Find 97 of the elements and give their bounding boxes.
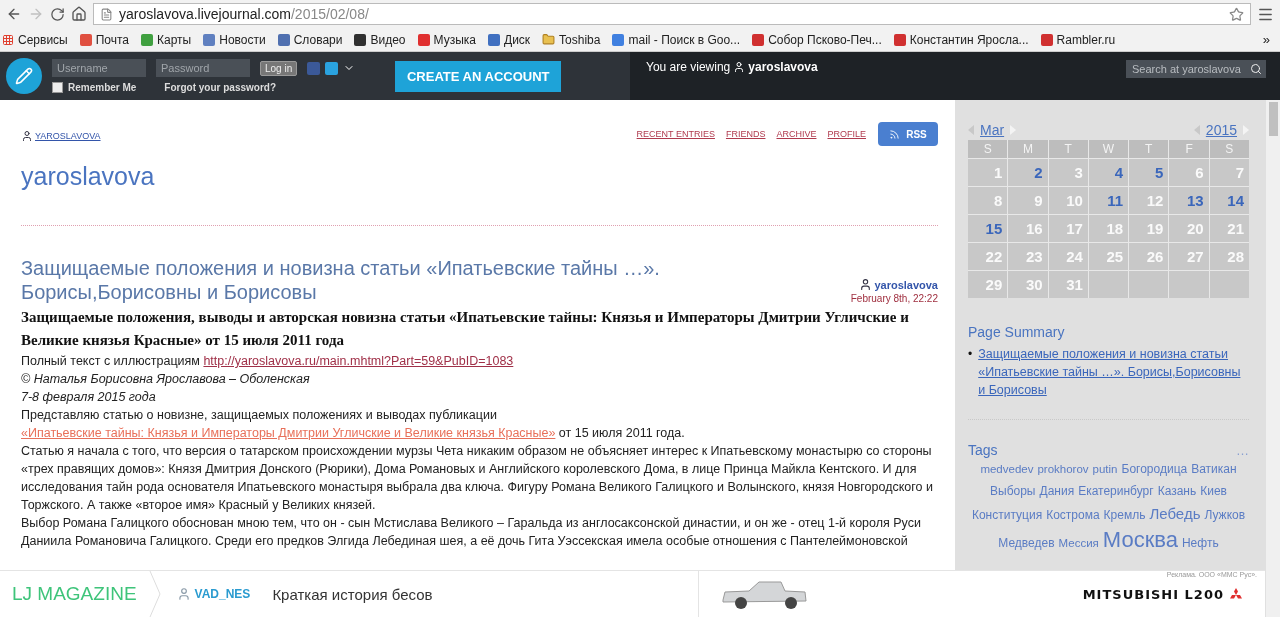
remember-label: Remember Me [68, 82, 137, 93]
calendar-day[interactable]: 5 [1129, 159, 1169, 186]
back-button[interactable] [6, 6, 22, 22]
bookmark-link[interactable]: Новости [203, 32, 266, 47]
calendar-day[interactable]: 14 [1209, 187, 1249, 214]
tag-link[interactable]: Кремль [1103, 506, 1146, 525]
forgot-password-link[interactable]: Forgot your password? [164, 82, 277, 93]
nav-link[interactable]: FRIENDS [725, 129, 766, 139]
bookmark-link[interactable]: Музыка [417, 32, 476, 47]
paragraph: Статью я начала с того, что версия о татарском происхождении мурзы Чета никаким образом не объясняет интерес к Ипатьевскому монастырю со стороны «трех правящих домов»: Князя Дмитрия Донского (Рюрики), Дома Романовых и Английского королевского Дома, в лице Принца Майкла Кентского. И для исследования тайн рода основателя Ипатьевского монастыря выбрала два ключа. Фигуру Романа Великого Галицкого и Волынского, князя Новгородского и Торжского. А также «второе имя» Красный у Великих князей. [21, 443, 934, 514]
username-field[interactable]: Username [52, 59, 146, 77]
user-icon [733, 61, 746, 73]
search-field[interactable]: Search at yaroslavova [1126, 60, 1266, 78]
bullet: • [968, 346, 973, 363]
tag-link[interactable]: Кострома [1046, 506, 1100, 525]
nav-link[interactable]: PROFILE [827, 129, 866, 139]
user-icon [21, 130, 33, 142]
bookmark-star-icon[interactable] [1229, 6, 1244, 22]
calendar-day[interactable]: 4 [1088, 159, 1129, 186]
magazine-link[interactable]: LJ MAGAZINE [0, 583, 149, 605]
calendar-day[interactable]: 13 [1169, 187, 1209, 214]
more-tags-link[interactable]: … [1236, 443, 1249, 458]
text-link[interactable]: «Ипатьевские тайны: Князья и Императоры Дмитрии Угличские и Великие князья Красные» [21, 426, 556, 440]
calendar-day[interactable]: 15 [968, 215, 1008, 242]
journal-user-link[interactable]: YAROSLAVOVA [21, 130, 101, 142]
rss-icon [889, 128, 901, 140]
address-bar[interactable]: yaroslavova.livejournal.com/2015/02/08/ [93, 3, 1251, 25]
headline-link[interactable]: Краткая история бесов [272, 585, 433, 603]
tag-link[interactable]: putin [1092, 460, 1118, 479]
entry-title[interactable]: Защищаемые положения и новизна статьи «Ипатьевские тайны …». Борисы,Борисовны и Борисовы [21, 256, 841, 304]
paragraph: Выбор Романа Галицкого обоснован мною тем, что он - сын Мстислава Великого – Гаральда из англосаксонской династии, и он же - отец 1-й короля Руси Даниила Романовича Галицкого. Среди его предков Элгида Лебединая шея, а её дочь Гита Уэссекская имела особые отношения с Пантелеймоновской [21, 515, 922, 550]
remember-checkbox[interactable] [52, 82, 63, 93]
bookmark-link[interactable]: Почта [79, 32, 130, 47]
bookmark-link[interactable]: Собор Псково-Печ... [752, 32, 882, 47]
tag-link[interactable]: Киев [1200, 482, 1227, 501]
tag-link[interactable]: Екатеринбург [1078, 482, 1154, 501]
entry-date: February 8th, 22:22 [850, 293, 938, 304]
nav-link[interactable]: ARCHIVE [776, 129, 817, 139]
bookmark-link[interactable]: Toshiba [542, 32, 601, 47]
tag-link[interactable]: Мессия [1058, 534, 1099, 553]
tag-link[interactable]: Дания [1039, 482, 1075, 501]
tag-link[interactable]: Казань [1157, 482, 1197, 501]
text-link[interactable]: http://yaroslavova.ru/main.mhtml?Part=59&PubID=1083 [203, 354, 514, 368]
bookmark-link[interactable]: Карты [141, 32, 192, 47]
tag-link[interactable]: medvedev [980, 460, 1034, 479]
password-field[interactable]: Password [156, 59, 250, 77]
bookmark-link[interactable]: Диск [488, 32, 531, 47]
tag-link[interactable]: Москва [1102, 528, 1178, 552]
bookmark-link[interactable]: Словари [277, 32, 343, 47]
paragraph: © Наталья Борисовна Ярославова – Оболенская [21, 371, 311, 388]
user-icon [859, 278, 873, 291]
year-link[interactable]: 2015 [1205, 122, 1237, 138]
journal-title: yaroslavova [21, 162, 156, 191]
author-link[interactable]: yaroslavova [859, 278, 938, 291]
tag-link[interactable]: Медведев [998, 534, 1055, 553]
tag-link[interactable]: Нефть [1181, 534, 1219, 553]
summary-link[interactable]: Защищаемые положения и новизна статьи «Ипатьевские тайны …». Борисы,Борисовны и Борисовы [978, 345, 1249, 399]
home-button[interactable] [71, 6, 87, 22]
bookmark-link[interactable]: Сервисы [2, 32, 68, 47]
tag-link[interactable]: Лебедь [1149, 504, 1201, 523]
entry-heading: Защищаемые положения, выводы и авторская новизна статьи «Ипатьевские тайны: Князья и Императоры Дмитрии Угличские и Великие князья Красные» от 15 июля 2011 года [21, 308, 910, 350]
bookmark-link[interactable]: Rambler.ru [1040, 32, 1116, 47]
more-bookmarks-button[interactable]: » [1262, 32, 1278, 47]
tag-link[interactable]: Выборы [990, 482, 1036, 501]
calendar-day[interactable]: 2 [1008, 159, 1048, 186]
advert-brand: MITSUBISHI L200 [1082, 586, 1224, 602]
url-host: yaroslavova.livejournal.com [119, 6, 291, 22]
url-path: /2015/02/08/ [290, 6, 369, 22]
user-icon [176, 587, 191, 601]
calendar-day[interactable]: 11 [1088, 187, 1129, 214]
tag-link[interactable]: Богородица [1121, 460, 1188, 479]
logo-icon [6, 58, 42, 94]
author-link[interactable]: VAD_NES [176, 587, 251, 601]
bookmark-link[interactable]: Видео [354, 32, 406, 47]
tag-link[interactable]: Конституция [971, 506, 1043, 525]
viewing-label: You are viewing [646, 60, 731, 74]
month-link[interactable]: Mar [980, 122, 1005, 138]
paragraph: 7-8 февраля 2015 года [21, 389, 157, 406]
username-link[interactable]: yaroslavova [748, 60, 818, 74]
search-icon [1250, 63, 1262, 75]
tag-link[interactable]: Ватикан [1191, 460, 1237, 479]
scrollbar[interactable] [1265, 100, 1280, 617]
tag-link[interactable]: prokhorov [1037, 460, 1089, 479]
bookmark-link[interactable]: mail - Поиск в Goo... [612, 32, 741, 47]
section-title: Page Summary [968, 324, 1066, 340]
bookmark-link[interactable]: Константин Яросла... [893, 32, 1029, 47]
nav-link[interactable]: RECENT ENTRIES [636, 129, 715, 139]
login-button[interactable]: Log in [260, 60, 298, 76]
diamonds-logo-icon [1229, 587, 1243, 601]
reload-button[interactable] [50, 6, 65, 22]
paragraph: Полный текст с иллюстрациям http://yaroslavova.ru/main.mhtml?Part=59&PubID=1083 [21, 353, 515, 370]
paragraph: Представляю статью о новизне, защищаемых положениях и выводах публикации «Ипатьевские тайны: Князья и Императоры Дмитрии Угличские и Великие князья Красные» от 15 июля 2011 года. [21, 407, 686, 442]
rss-button[interactable]: RSS [878, 122, 938, 146]
section-title: Tags [968, 442, 998, 458]
create-account-button[interactable]: CREATE AN ACCOUNT [395, 60, 562, 92]
page-icon [100, 7, 113, 21]
tag-link[interactable]: Лужков [1204, 506, 1246, 525]
